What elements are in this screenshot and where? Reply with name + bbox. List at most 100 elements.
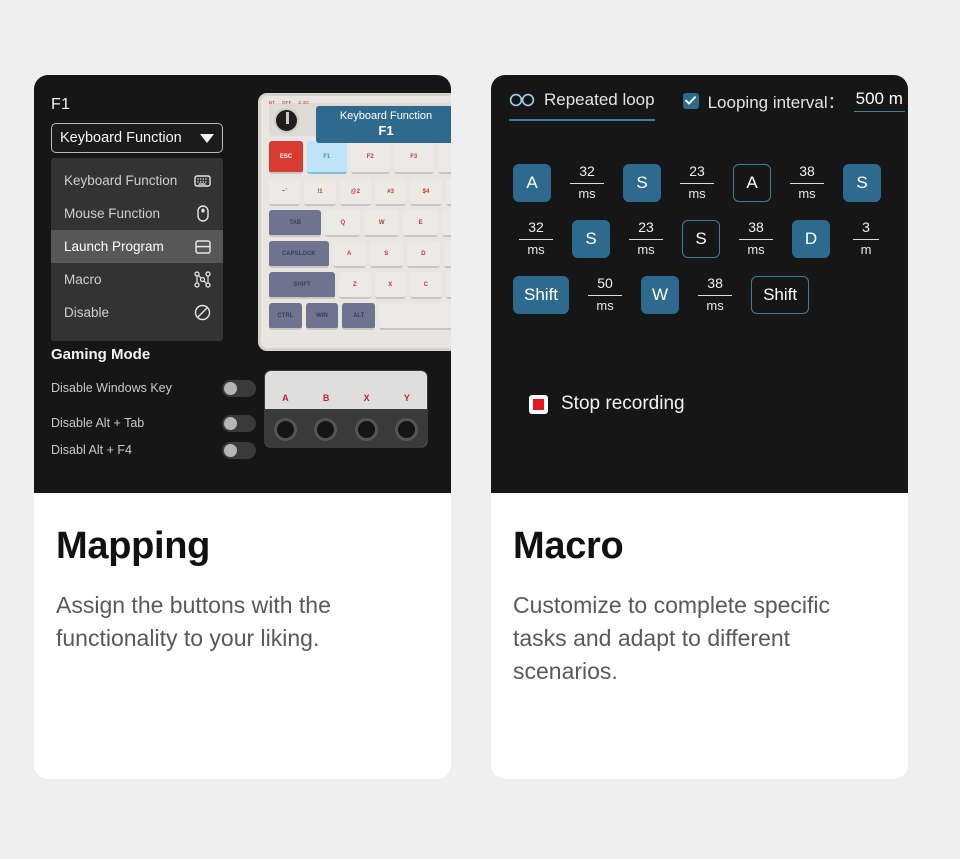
dropdown-item-label: Disable: [64, 305, 110, 320]
card-macro: Repeated loop Looping interval： 500 m A …: [491, 75, 908, 779]
macro-key[interactable]: D: [792, 220, 830, 258]
keycap: ~`: [269, 179, 301, 206]
macro-delay[interactable]: 32 ms: [564, 163, 610, 203]
function-dropdown-menu[interactable]: Keyboard Function Mouse Function Launch …: [51, 158, 223, 341]
keycap: SHIFT: [269, 272, 336, 299]
macro-key[interactable]: Shift: [513, 276, 570, 314]
toggle-label: Disabl Alt + F4: [51, 443, 132, 457]
macro-key[interactable]: A: [513, 164, 551, 202]
macro-delay[interactable]: 23 ms: [623, 219, 669, 259]
macro-delay[interactable]: 32 ms: [513, 219, 559, 259]
keyboard-function-row: ESC F1 F2 F3 F4: [269, 141, 451, 174]
keyboard-illustration: BT OFF 2.4G 88 FULL ESC F1 F2 F3 F4: [258, 93, 451, 351]
macro-delay-value: 3: [853, 219, 879, 240]
keycap: WIN: [305, 303, 339, 330]
macro-key[interactable]: S: [682, 220, 720, 258]
pad-knobs: [265, 409, 427, 447]
macro-key[interactable]: S: [572, 220, 610, 258]
dropdown-item-label: Keyboard Function: [64, 173, 178, 188]
toggle-switch[interactable]: [222, 441, 256, 459]
dropdown-item-keyboard-function[interactable]: Keyboard Function: [51, 164, 223, 197]
macro-delay[interactable]: 38 ms: [692, 275, 738, 315]
keyboard-row: ~` !1 @2 #3 $4 %5: [269, 179, 451, 206]
toggle-row-disable-windows-key[interactable]: Disable Windows Key: [51, 378, 256, 398]
macro-delay-unit: m: [860, 241, 872, 257]
keycap: V: [445, 272, 451, 299]
chevron-down-icon: [200, 133, 214, 143]
function-select[interactable]: Keyboard Function: [51, 123, 223, 153]
pad-knob: [314, 417, 338, 441]
pad-knob: [354, 417, 378, 441]
macro-delay-value: 23: [680, 163, 714, 184]
macro-card-body: Macro Customize to complete specific tas…: [491, 493, 908, 688]
looping-interval-input[interactable]: 500 m: [853, 89, 905, 112]
keycap: ALT: [342, 303, 376, 330]
keyboard-mode-ticks: BT OFF 2.4G: [269, 100, 309, 105]
macro-delay[interactable]: 23 ms: [674, 163, 720, 203]
keycap: W: [364, 210, 400, 237]
macro-delay-unit: ms: [527, 241, 545, 257]
dropdown-item-launch-program[interactable]: Launch Program: [51, 230, 223, 263]
keycap: E: [403, 210, 439, 237]
macro-key[interactable]: S: [843, 164, 881, 202]
toggle-switch[interactable]: [222, 414, 256, 432]
macro-key[interactable]: Shift: [751, 276, 810, 314]
repeated-loop-button[interactable]: Repeated loop: [509, 90, 655, 121]
toggle-row-disable-alt-tab[interactable]: Disable Alt + Tab: [51, 413, 256, 433]
toggle-label: Disable Windows Key: [51, 381, 172, 395]
keycap-f4: F4: [437, 141, 451, 174]
mapping-preview: F1 Keyboard Function Keyboard Function M…: [34, 75, 451, 493]
macro-preview: Repeated loop Looping interval： 500 m A …: [491, 75, 908, 493]
keycap: #3: [374, 179, 407, 206]
keyboard-row: SHIFT Z X C V: [269, 272, 451, 299]
page-title: Mapping: [56, 525, 211, 567]
macro-key[interactable]: S: [623, 164, 661, 202]
macro-delay[interactable]: 38 ms: [733, 219, 779, 259]
macro-delay-value: 50: [588, 275, 622, 296]
page-title: Macro: [513, 525, 624, 567]
looping-interval-group[interactable]: Looping interval： 500 m: [682, 88, 905, 122]
macro-sequence: A 32 ms S 23 ms A 38 ms S 32 ms S 23 ms …: [513, 155, 908, 323]
keycap-f2: F2: [350, 141, 390, 174]
gaming-mode-title: Gaming Mode: [51, 346, 151, 363]
keycap: $4: [410, 179, 442, 206]
looping-interval-checkbox[interactable]: [682, 92, 699, 109]
macro-delay[interactable]: 50 ms: [582, 275, 628, 315]
keycap: %5: [445, 179, 451, 206]
pad-knob: [395, 417, 419, 441]
keycap: CAPSLOCK: [269, 241, 329, 268]
keycap-f3: F3: [394, 141, 434, 174]
mapping-card-body: Mapping Assign the buttons with the func…: [34, 493, 451, 655]
window-icon: [193, 237, 212, 256]
toggle-switch[interactable]: [222, 379, 256, 397]
dropdown-item-mouse-function[interactable]: Mouse Function: [51, 197, 223, 230]
mapping-key-label: F1: [51, 96, 71, 113]
macro-key[interactable]: A: [733, 164, 771, 202]
dropdown-item-macro[interactable]: Macro: [51, 263, 223, 296]
dropdown-item-disable[interactable]: Disable: [51, 296, 223, 329]
macro-delay-value: 32: [519, 219, 553, 240]
card-mapping: F1 Keyboard Function Keyboard Function M…: [34, 75, 451, 779]
keycap: D: [406, 241, 440, 268]
keycap: Q: [325, 210, 361, 237]
toggle-row-disable-alt-f4[interactable]: Disabl Alt + F4: [51, 440, 256, 460]
macro-delay[interactable]: 38 ms: [784, 163, 830, 203]
keycap: A: [332, 241, 366, 268]
keyboard-row: CAPSLOCK A S D F: [269, 241, 451, 268]
keyboard-row: CTRL WIN ALT: [269, 303, 451, 330]
macro-row: Shift 50 ms W 38 ms Shift: [513, 267, 908, 323]
macro-delay-unit: ms: [637, 241, 655, 257]
macro-delay-unit: ms: [747, 241, 765, 257]
keycap: Z: [339, 272, 371, 299]
macro-delay-unit: ms: [688, 185, 706, 201]
stop-recording-label: Stop recording: [561, 393, 685, 414]
macro-node-icon: [193, 270, 212, 289]
keycap-esc: ESC: [269, 141, 303, 174]
keyboard-row: TAB Q W E R: [269, 210, 451, 237]
dropdown-item-label: Macro: [64, 272, 102, 287]
macro-delay[interactable]: 3 m: [843, 219, 889, 259]
macro-delay-value: 32: [570, 163, 604, 184]
macro-key[interactable]: W: [641, 276, 680, 314]
looping-interval-label: Looping interval：: [707, 93, 845, 112]
stop-recording-button[interactable]: Stop recording: [529, 393, 685, 415]
